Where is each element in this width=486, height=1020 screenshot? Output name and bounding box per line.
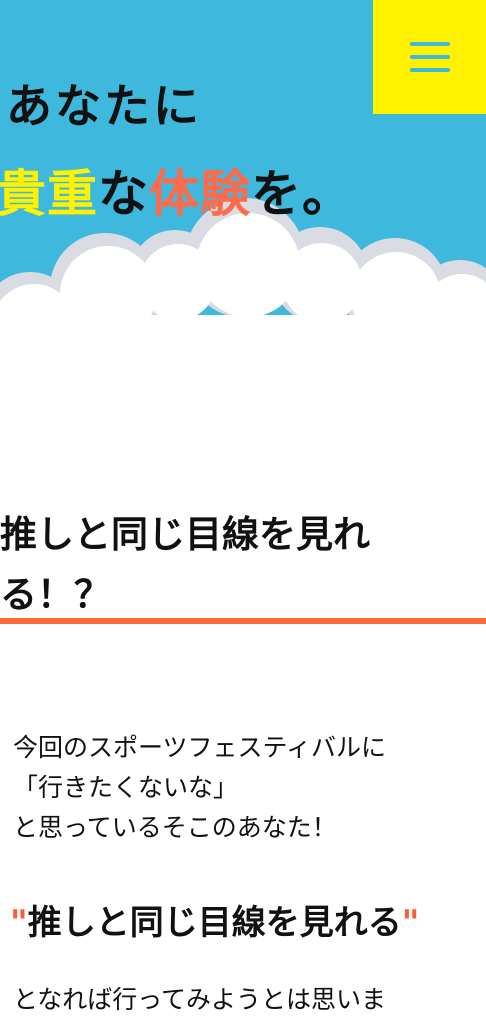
section-title: 推しと同じ目線を見れ る！？ (0, 505, 460, 625)
hero-text-na: な (98, 165, 149, 223)
intro-paragraph: 今回のスポーツフェスティバルに 「行きたくないな」 と思っているそこのあなた！ (13, 728, 483, 848)
quote-open-mark: " (10, 903, 28, 943)
hero-highlight-precious: 貴重 (0, 165, 98, 223)
section-title-line2: る！？ (0, 573, 111, 616)
menu-button[interactable] (373, 0, 486, 114)
highlight-quote-text: 推しと同じ目線を見れる (27, 903, 402, 943)
hero-highlight-experience: 体験 (149, 165, 251, 223)
intro-line2: 「行きたくないな」 (13, 773, 239, 802)
intro-line3: と思っているそこのあなた！ (13, 813, 337, 842)
section-title-line1: 推しと同じ目線を見れ (0, 513, 370, 556)
section-divider (0, 618, 486, 624)
intro-line1: 今回のスポーツフェスティバルに (13, 733, 387, 762)
hero-heading-line2: 貴重な体験を。 (0, 154, 353, 226)
paragraph-continuation: となれば行ってみようとは思いま (13, 985, 387, 1014)
hero-text-wo: を。 (251, 165, 353, 223)
hero-banner: あなたに 貴重な体験を。 (0, 0, 486, 340)
highlight-quote: "推しと同じ目線を見れる" (10, 895, 419, 944)
quote-close-mark: " (401, 903, 420, 943)
hero-heading-line1: あなたに (6, 79, 202, 133)
